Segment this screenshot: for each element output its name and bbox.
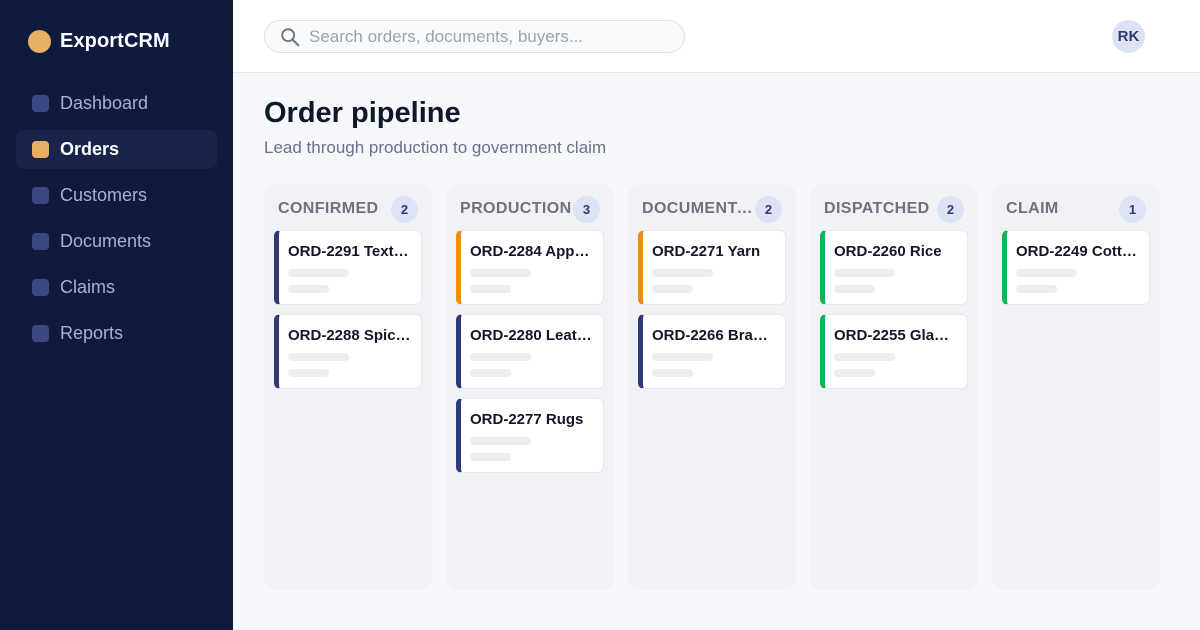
card-placeholder-line: [834, 285, 875, 293]
column-confirmed: CONFIRMED 2 ORD-2291 Textiles ORD-2288 S…: [264, 184, 432, 590]
column-count-badge: 1: [1119, 195, 1146, 223]
column-header: DISPATCHED 2: [820, 195, 968, 223]
card-placeholder-line: [834, 353, 895, 361]
sidebar-item-label: Claims: [60, 277, 116, 297]
card-placeholder-line: [470, 437, 531, 445]
column-count-badge: 3: [573, 195, 600, 223]
column-header: PRODUCTION 3: [456, 195, 604, 223]
brand-name: ExportCRM: [60, 30, 170, 52]
order-card-title: ORD-2260 Rice: [834, 243, 942, 260]
sidebar: ExportCRM Dashboard Orders Customers Doc…: [0, 0, 233, 630]
column-count-badge: 2: [755, 195, 782, 223]
order-card-title: ORD-2284 Apparel: [470, 243, 593, 260]
claims-icon: [32, 279, 49, 296]
order-card-title: ORD-2271 Yarn: [652, 243, 761, 260]
card-placeholder-line: [652, 285, 693, 293]
card-placeholder-line: [1016, 269, 1077, 277]
card-placeholder-line: [470, 285, 511, 293]
order-card[interactable]: ORD-2277 Rugs: [456, 398, 604, 473]
column-title: CLAIM: [1006, 200, 1059, 217]
column-title: DOCUMENTATION: [642, 200, 754, 217]
sidebar-nav: Dashboard Orders Customers Documents Cla…: [16, 84, 217, 360]
order-card-title: ORD-2249 Cotton: [1016, 243, 1139, 260]
avatar[interactable]: RK: [1112, 20, 1145, 53]
card-placeholder-line: [834, 269, 895, 277]
order-card[interactable]: ORD-2280 Leather: [456, 314, 604, 389]
order-card[interactable]: ORD-2260 Rice: [820, 230, 968, 305]
search-box[interactable]: [264, 20, 685, 53]
sidebar-item-orders[interactable]: Orders: [16, 130, 217, 169]
order-card[interactable]: ORD-2266 Brassware: [638, 314, 786, 389]
column-count-badge: 2: [937, 195, 964, 223]
order-card[interactable]: ORD-2255 Glassware: [820, 314, 968, 389]
column-claim: CLAIM 1 ORD-2249 Cotton: [992, 184, 1160, 590]
reports-icon: [32, 325, 49, 342]
brand[interactable]: ExportCRM: [28, 30, 170, 53]
card-placeholder-line: [652, 269, 713, 277]
card-placeholder-line: [470, 353, 531, 361]
card-placeholder-line: [288, 285, 329, 293]
column-header: CONFIRMED 2: [274, 195, 422, 223]
column-title: PRODUCTION: [460, 200, 572, 217]
sidebar-item-label: Documents: [60, 231, 152, 251]
order-card-title: ORD-2277 Rugs: [470, 411, 584, 428]
card-placeholder-line: [470, 269, 531, 277]
order-card[interactable]: ORD-2291 Textiles: [274, 230, 422, 305]
column-title: DISPATCHED: [824, 200, 930, 217]
column-header: DOCUMENTATION 2: [638, 195, 786, 223]
order-card[interactable]: ORD-2271 Yarn: [638, 230, 786, 305]
column-title: CONFIRMED: [278, 200, 379, 217]
order-card-title: ORD-2255 Glassware: [834, 327, 957, 344]
column-production: PRODUCTION 3 ORD-2284 Apparel ORD-2280 L…: [446, 184, 614, 590]
column-documentation: DOCUMENTATION 2 ORD-2271 Yarn ORD-2266 B…: [628, 184, 796, 590]
pipeline-board: CONFIRMED 2 ORD-2291 Textiles ORD-2288 S…: [264, 184, 1160, 590]
column-dispatched: DISPATCHED 2 ORD-2260 Rice ORD-2255 Glas…: [810, 184, 978, 590]
order-card-title: ORD-2280 Leather: [470, 327, 593, 344]
order-card[interactable]: ORD-2249 Cotton: [1002, 230, 1150, 305]
card-placeholder-line: [288, 369, 329, 377]
topbar: RK: [233, 0, 1200, 73]
sidebar-item-label: Reports: [60, 323, 124, 343]
order-card-title: ORD-2266 Brassware: [652, 327, 775, 344]
sidebar-item-dashboard[interactable]: Dashboard: [16, 84, 217, 123]
sidebar-item-label: Orders: [60, 139, 120, 159]
customers-icon: [32, 187, 49, 204]
column-header: CLAIM 1: [1002, 195, 1150, 223]
order-card-title: ORD-2291 Textiles: [288, 243, 411, 260]
page-title: Order pipeline: [264, 97, 461, 129]
search-icon: [281, 27, 300, 46]
card-placeholder-line: [470, 369, 511, 377]
orders-icon: [32, 141, 49, 158]
card-placeholder-line: [288, 353, 349, 361]
sidebar-item-label: Customers: [60, 185, 148, 205]
column-count-badge: 2: [391, 195, 418, 223]
documents-icon: [32, 233, 49, 250]
card-placeholder-line: [834, 369, 875, 377]
page-subtitle: Lead through production to government cl…: [264, 138, 607, 157]
sidebar-item-reports[interactable]: Reports: [16, 314, 217, 353]
sidebar-item-claims[interactable]: Claims: [16, 268, 217, 307]
dashboard-icon: [32, 95, 49, 112]
sidebar-item-label: Dashboard: [60, 93, 149, 113]
order-card-title: ORD-2288 Spices: [288, 327, 411, 344]
card-placeholder-line: [470, 453, 511, 461]
sidebar-item-documents[interactable]: Documents: [16, 222, 217, 261]
order-card[interactable]: ORD-2284 Apparel: [456, 230, 604, 305]
brand-logo-icon: [28, 30, 51, 53]
card-placeholder-line: [652, 353, 713, 361]
sidebar-item-customers[interactable]: Customers: [16, 176, 217, 215]
search-input[interactable]: [309, 26, 669, 47]
card-placeholder-line: [288, 269, 349, 277]
card-placeholder-line: [1016, 285, 1057, 293]
card-placeholder-line: [652, 369, 693, 377]
order-card[interactable]: ORD-2288 Spices: [274, 314, 422, 389]
